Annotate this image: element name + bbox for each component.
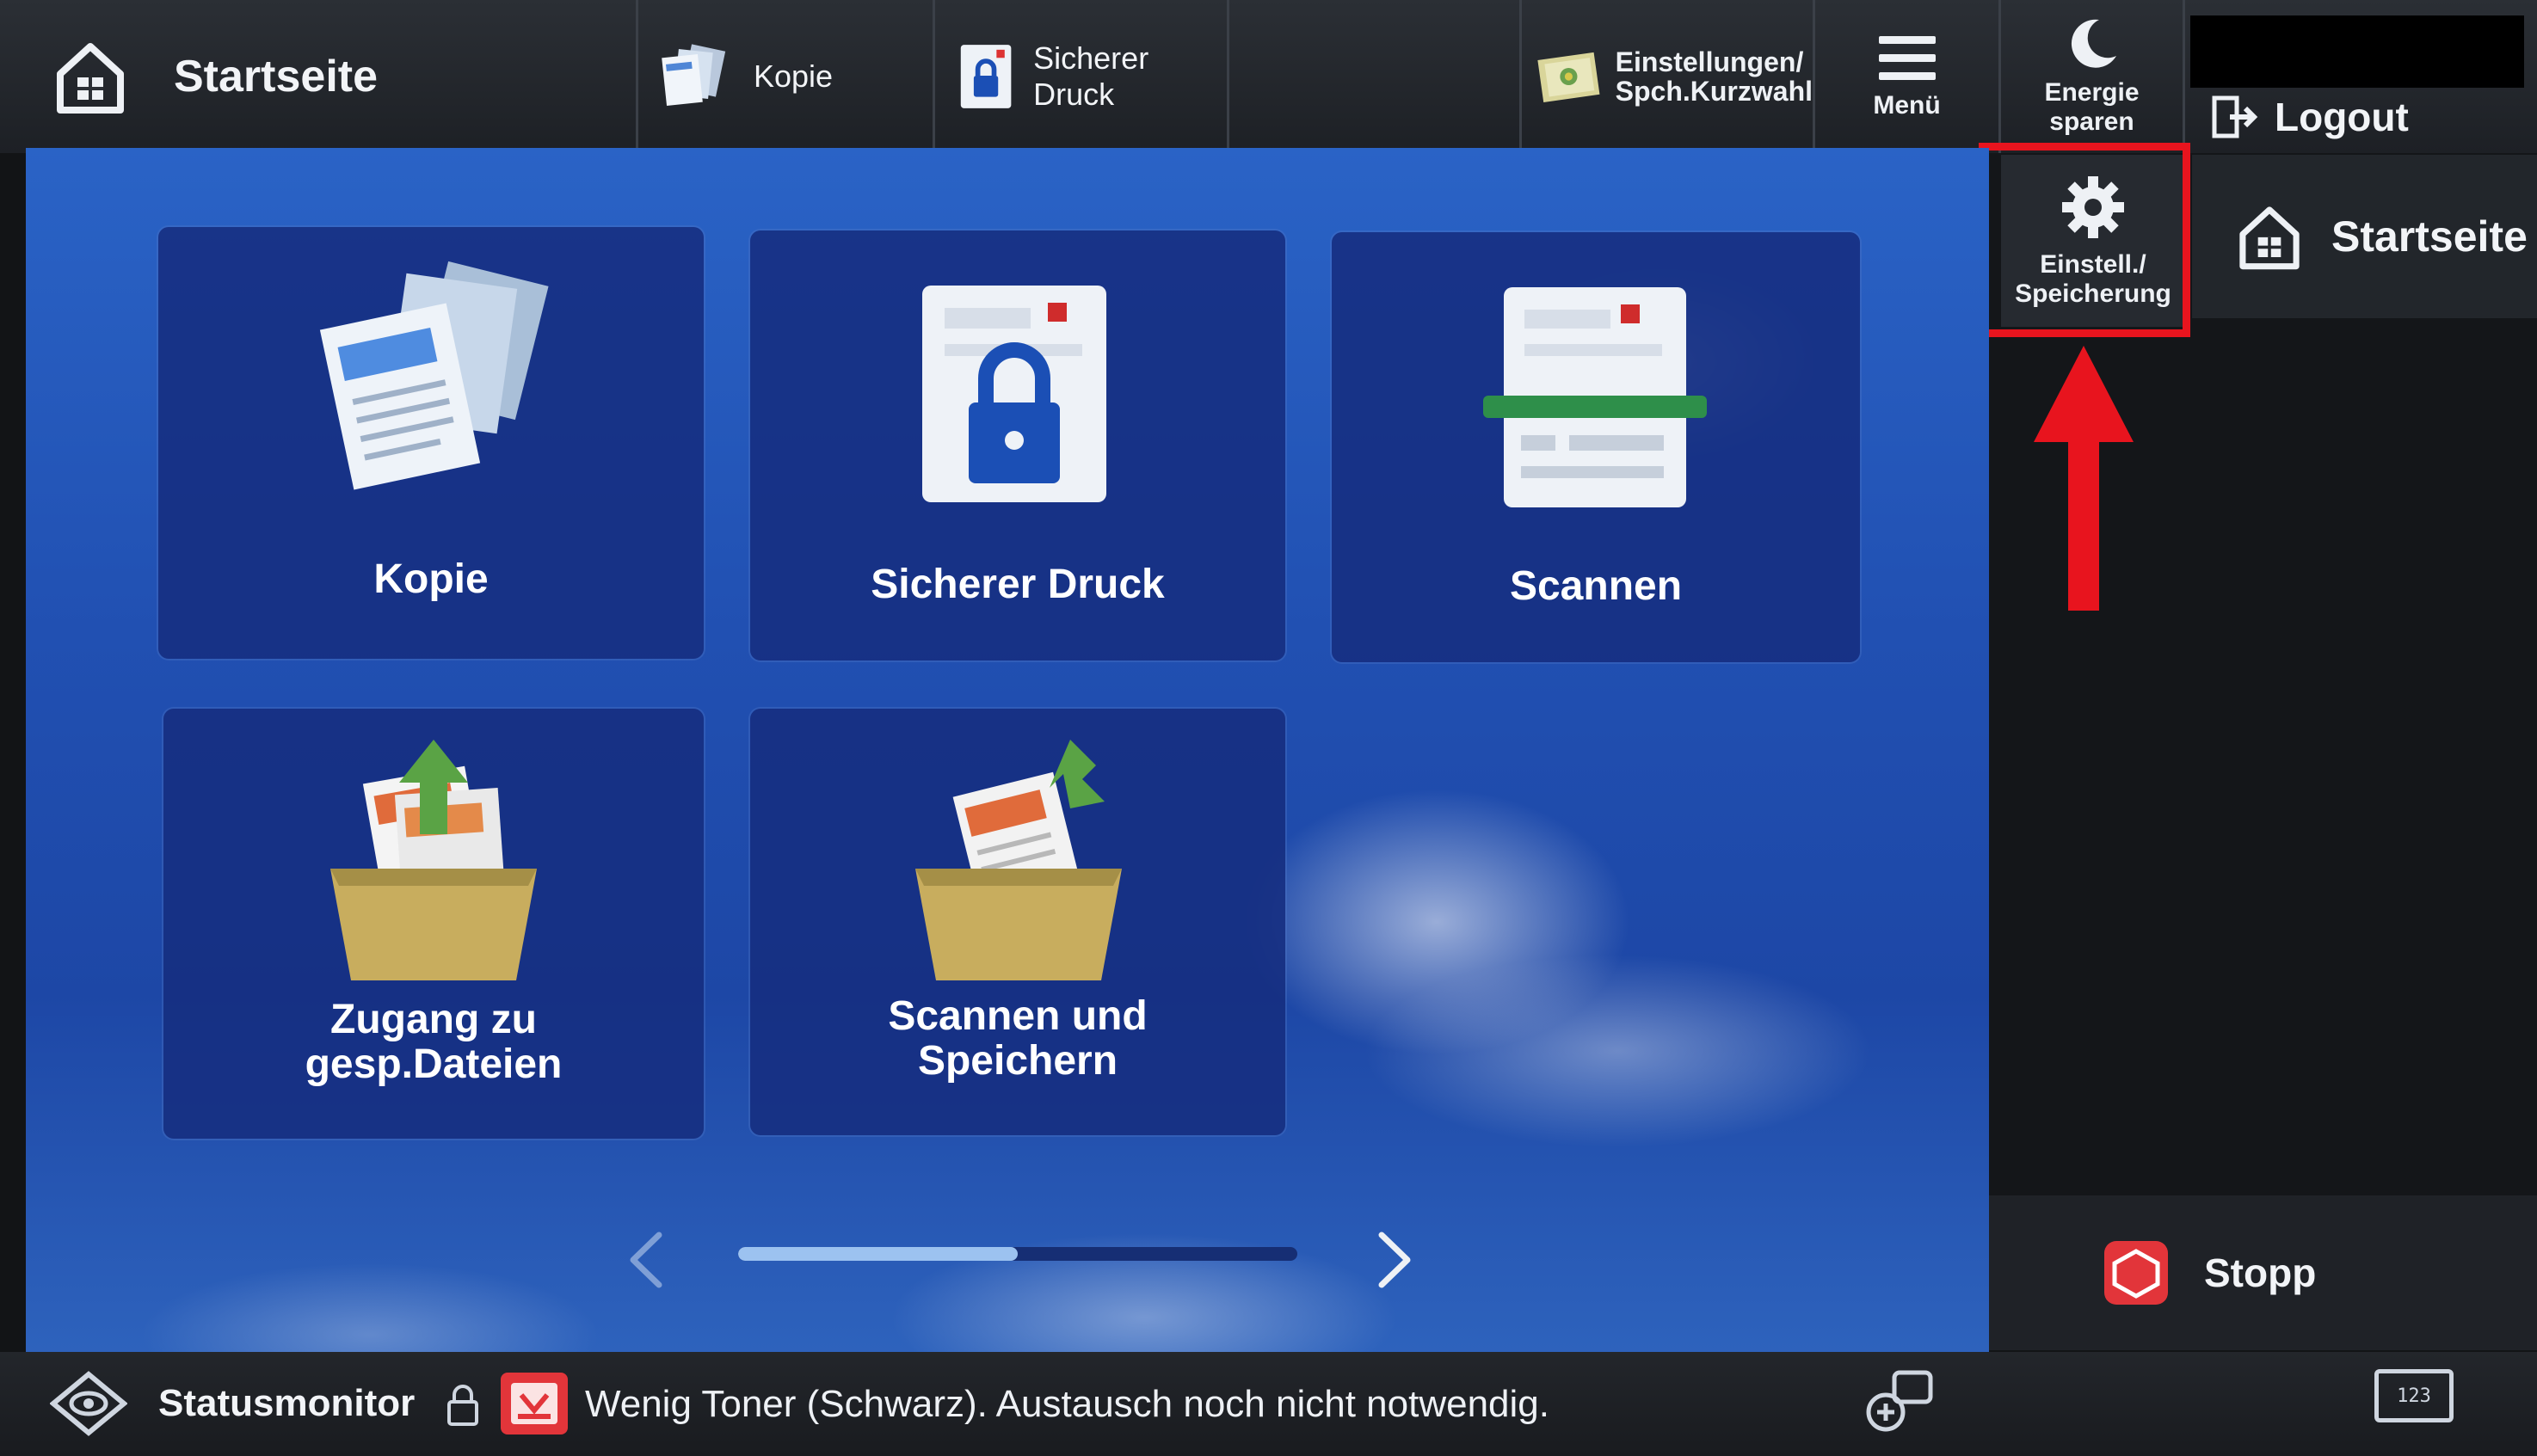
- secure-print-shortcut-label: Sicherer Druck: [1033, 40, 1149, 112]
- tile-scan-and-store[interactable]: Scannen und Speichern: [750, 709, 1285, 1135]
- top-bar: Startseite Kopie Sicherer Druck Einstell…: [0, 0, 2537, 153]
- tile-scan-label: Scannen: [1509, 563, 1683, 609]
- numeric-keypad-button[interactable]: 123: [2374, 1369, 2454, 1422]
- tile-scan-and-store-label-line1: Scannen und: [888, 993, 1148, 1039]
- logout-icon: [2212, 95, 2258, 138]
- scanner-document-icon: [1483, 287, 1707, 507]
- moon-icon: [2071, 19, 2116, 68]
- side-home-button[interactable]: Startseite: [2192, 155, 2537, 318]
- tile-copy-label: Kopie: [373, 556, 489, 602]
- red-arrow-annotation: [2034, 346, 2134, 611]
- highlight-box: [1979, 143, 2190, 337]
- settings-shortcut-button[interactable]: Einstellungen/ Spch.Kurzwahl: [1522, 0, 1815, 153]
- tile-secure-print-label: Sicherer Druck: [871, 562, 1165, 607]
- keypad-label: 123: [2397, 1385, 2431, 1407]
- tile-secure-print[interactable]: Sicherer Druck: [750, 230, 1285, 660]
- toner-warning-icon: [501, 1373, 568, 1434]
- status-monitor-button[interactable]: Statusmonitor: [50, 1371, 415, 1436]
- tile-scan[interactable]: Scannen: [1332, 232, 1860, 662]
- tile-copy[interactable]: Kopie: [158, 227, 704, 659]
- home-icon: [57, 43, 124, 114]
- remote-connection-icon[interactable]: [1860, 1367, 1937, 1436]
- menu-label: Menü: [1873, 91, 1941, 120]
- settings-shortcut-label-line2: Spch.Kurzwahl: [1615, 76, 1813, 107]
- copy-shortcut-label: Kopie: [754, 58, 834, 94]
- tile-access-stored-files-label-line1: Zugang zu: [330, 997, 537, 1042]
- secure-print-document-icon: [922, 286, 1106, 502]
- status-message: Wenig Toner (Schwarz). Austausch noch ni…: [585, 1383, 1549, 1425]
- copy-shortcut-button[interactable]: Kopie: [638, 0, 935, 153]
- hamburger-menu-icon: [1878, 36, 1936, 80]
- energy-saver-label: Energie sparen: [2044, 78, 2140, 136]
- copy-icon: [662, 44, 726, 107]
- lock-icon: [447, 1385, 478, 1426]
- home-button[interactable]: Startseite: [0, 0, 638, 153]
- secure-print-icon: [960, 45, 1012, 108]
- address-book-icon: [1537, 52, 1600, 102]
- status-monitor-label: Statusmonitor: [158, 1382, 416, 1424]
- home-label: Startseite: [174, 52, 378, 101]
- logout-label: Logout: [2275, 95, 2409, 139]
- main-app-area: Kopie Sicherer Druck Scannen Zugang zu g…: [26, 148, 1989, 1359]
- stored-files-box-icon: [330, 740, 537, 980]
- empty-shortcut-slot: [1229, 0, 1522, 153]
- scan-and-store-box-icon: [915, 740, 1122, 980]
- page-prev-chevron-icon[interactable]: [625, 1230, 668, 1290]
- settings-shortcut-label-line1: Einstellungen/: [1615, 46, 1804, 77]
- tile-access-stored-files[interactable]: Zugang zu gesp.Dateien: [163, 709, 704, 1139]
- home-icon: [2239, 206, 2300, 270]
- energy-saver-button[interactable]: Energie sparen: [2001, 0, 2185, 153]
- page-next-chevron-icon[interactable]: [1373, 1230, 1416, 1290]
- page-scroll-track[interactable]: [738, 1247, 1297, 1261]
- status-monitor-icon: [50, 1371, 127, 1436]
- page-scroll-thumb[interactable]: [738, 1247, 1018, 1261]
- stop-button[interactable]: Stopp: [1989, 1195, 2537, 1350]
- side-home-label: Startseite: [2331, 212, 2528, 261]
- secure-print-shortcut-button[interactable]: Sicherer Druck: [935, 0, 1229, 153]
- copy-documents-icon: [319, 261, 549, 490]
- redacted-user-name: [2190, 15, 2524, 88]
- bottom-status-bar: Statusmonitor Wenig Toner (Schwarz). Aus…: [0, 1352, 2537, 1456]
- menu-button[interactable]: Menü: [1815, 0, 2001, 153]
- stop-icon: [2104, 1241, 2168, 1305]
- user-area: Logout: [2185, 0, 2537, 153]
- logout-button[interactable]: Logout: [2211, 93, 2409, 141]
- stop-label: Stopp: [2204, 1250, 2317, 1295]
- tile-access-stored-files-label-line2: gesp.Dateien: [305, 1041, 563, 1087]
- tile-scan-and-store-label-line2: Speichern: [917, 1038, 1118, 1084]
